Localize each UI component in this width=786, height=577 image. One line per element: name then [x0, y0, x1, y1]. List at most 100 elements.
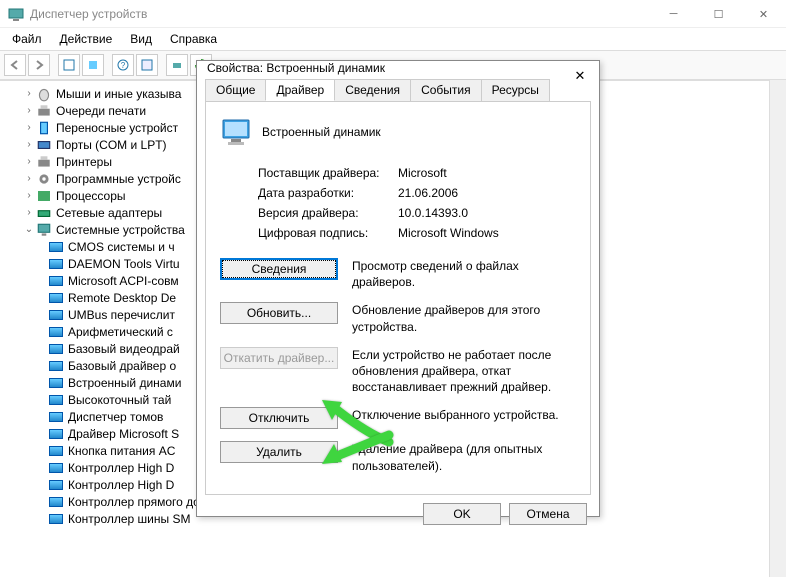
close-button[interactable]: ✕ [741, 0, 786, 28]
tool-scan[interactable] [166, 54, 188, 76]
device-name: Встроенный динамик [262, 125, 381, 139]
device-item-icon [48, 444, 64, 458]
dialog-close-button[interactable]: ✕ [571, 67, 589, 85]
tab-general[interactable]: Общие [205, 79, 266, 101]
tab-details[interactable]: Сведения [334, 79, 411, 101]
expander-icon[interactable]: › [22, 88, 36, 99]
tool-view[interactable] [136, 54, 158, 76]
minimize-button[interactable]: ─ [651, 0, 696, 28]
app-icon [8, 6, 24, 22]
update-driver-button[interactable]: Обновить... [220, 302, 338, 324]
category-label: Принтеры [56, 155, 112, 169]
vertical-scrollbar[interactable] [769, 80, 786, 577]
category-icon [36, 104, 52, 118]
expander-icon[interactable]: › [22, 105, 36, 116]
device-item-label: Драйвер Microsoft S [68, 427, 179, 441]
device-item-label: UMBus перечислит [68, 308, 175, 322]
svg-text:?: ? [121, 61, 126, 70]
device-item-label: Контроллер High D [68, 478, 174, 492]
uninstall-desc: Удаление драйвера (для опытных пользоват… [352, 441, 576, 473]
dialog-title: Свойства: Встроенный динамик [197, 61, 599, 75]
tool-filter[interactable] [82, 54, 104, 76]
device-item-label: Базовый драйвер о [68, 359, 176, 373]
category-label: Очереди печати [56, 104, 146, 118]
uninstall-button[interactable]: Удалить [220, 441, 338, 463]
menu-help[interactable]: Справка [162, 30, 225, 48]
category-icon [36, 189, 52, 203]
category-label: Сетевые адаптеры [56, 206, 162, 220]
menu-view[interactable]: Вид [122, 30, 160, 48]
device-item-icon [48, 512, 64, 526]
expander-icon[interactable]: › [22, 139, 36, 150]
device-item-icon [48, 478, 64, 492]
category-icon [36, 87, 52, 101]
expander-icon[interactable]: › [22, 190, 36, 201]
device-item-icon [48, 274, 64, 288]
driver-details-button[interactable]: Сведения [220, 258, 338, 280]
label-signer: Цифровая подпись: [258, 226, 398, 240]
category-label: Системные устройства [56, 223, 185, 237]
device-item-label: DAEMON Tools Virtu [68, 257, 180, 271]
tool-back[interactable] [4, 54, 26, 76]
label-provider: Поставщик драйвера: [258, 166, 398, 180]
device-item-icon [48, 495, 64, 509]
device-item-label: Арифметический с [68, 325, 173, 339]
device-item-icon [48, 410, 64, 424]
device-item-icon [48, 257, 64, 271]
device-item-label: Remote Desktop De [68, 291, 176, 305]
value-version: 10.0.14393.0 [398, 206, 576, 220]
device-item-label: Контроллер шины SM [68, 512, 190, 526]
maximize-button[interactable]: ☐ [696, 0, 741, 28]
category-label: Мыши и иные указыва [56, 87, 181, 101]
device-item-label: CMOS системы и ч [68, 240, 175, 254]
rollback-driver-desc: Если устройство не работает после обновл… [352, 347, 576, 396]
device-item-label: Встроенный динами [68, 376, 181, 390]
value-signer: Microsoft Windows [398, 226, 576, 240]
menu-action[interactable]: Действие [52, 30, 121, 48]
device-item-label: Базовый видеодрай [68, 342, 180, 356]
disable-button[interactable]: Отключить [220, 407, 338, 429]
label-version: Версия драйвера: [258, 206, 398, 220]
tool-properties[interactable] [58, 54, 80, 76]
category-label: Процессоры [56, 189, 126, 203]
device-item-icon [48, 325, 64, 339]
expander-icon[interactable]: ⌄ [22, 224, 36, 235]
expander-icon[interactable]: › [22, 173, 36, 184]
device-item-label: Контроллер High D [68, 461, 174, 475]
window-title: Диспетчер устройств [30, 7, 147, 21]
menu-bar: Файл Действие Вид Справка [0, 28, 786, 50]
cancel-button[interactable]: Отмена [509, 503, 587, 525]
menu-file[interactable]: Файл [4, 30, 50, 48]
value-date: 21.06.2006 [398, 186, 576, 200]
device-item-icon [48, 393, 64, 407]
device-item-label: Высокоточный тай [68, 393, 171, 407]
tab-resources[interactable]: Ресурсы [481, 79, 550, 101]
tab-driver[interactable]: Драйвер [265, 79, 335, 101]
device-item-icon [48, 342, 64, 356]
tool-forward[interactable] [28, 54, 50, 76]
category-icon [36, 206, 52, 220]
tool-help[interactable]: ? [112, 54, 134, 76]
tab-events[interactable]: События [410, 79, 482, 101]
device-item-icon [48, 240, 64, 254]
device-icon [220, 116, 252, 148]
category-label: Порты (COM и LPT) [56, 138, 167, 152]
label-date: Дата разработки: [258, 186, 398, 200]
ok-button[interactable]: OK [423, 503, 501, 525]
properties-dialog: Свойства: Встроенный динамик ✕ Общие Дра… [196, 60, 600, 517]
device-item-icon [48, 359, 64, 373]
category-icon [36, 121, 52, 135]
expander-icon[interactable]: › [22, 156, 36, 167]
driver-details-desc: Просмотр сведений о файлах драйверов. [352, 258, 576, 290]
rollback-driver-button: Откатить драйвер... [220, 347, 338, 369]
expander-icon[interactable]: › [22, 122, 36, 133]
device-item-icon [48, 427, 64, 441]
expander-icon[interactable]: › [22, 207, 36, 218]
driver-tab-panel: Встроенный динамик Поставщик драйвера: M… [205, 101, 591, 495]
device-item-label: Кнопка питания AC [68, 444, 175, 458]
value-provider: Microsoft [398, 166, 576, 180]
update-driver-desc: Обновление драйверов для этого устройств… [352, 302, 576, 334]
disable-desc: Отключение выбранного устройства. [352, 407, 559, 423]
category-label: Переносные устройст [56, 121, 178, 135]
category-icon [36, 138, 52, 152]
